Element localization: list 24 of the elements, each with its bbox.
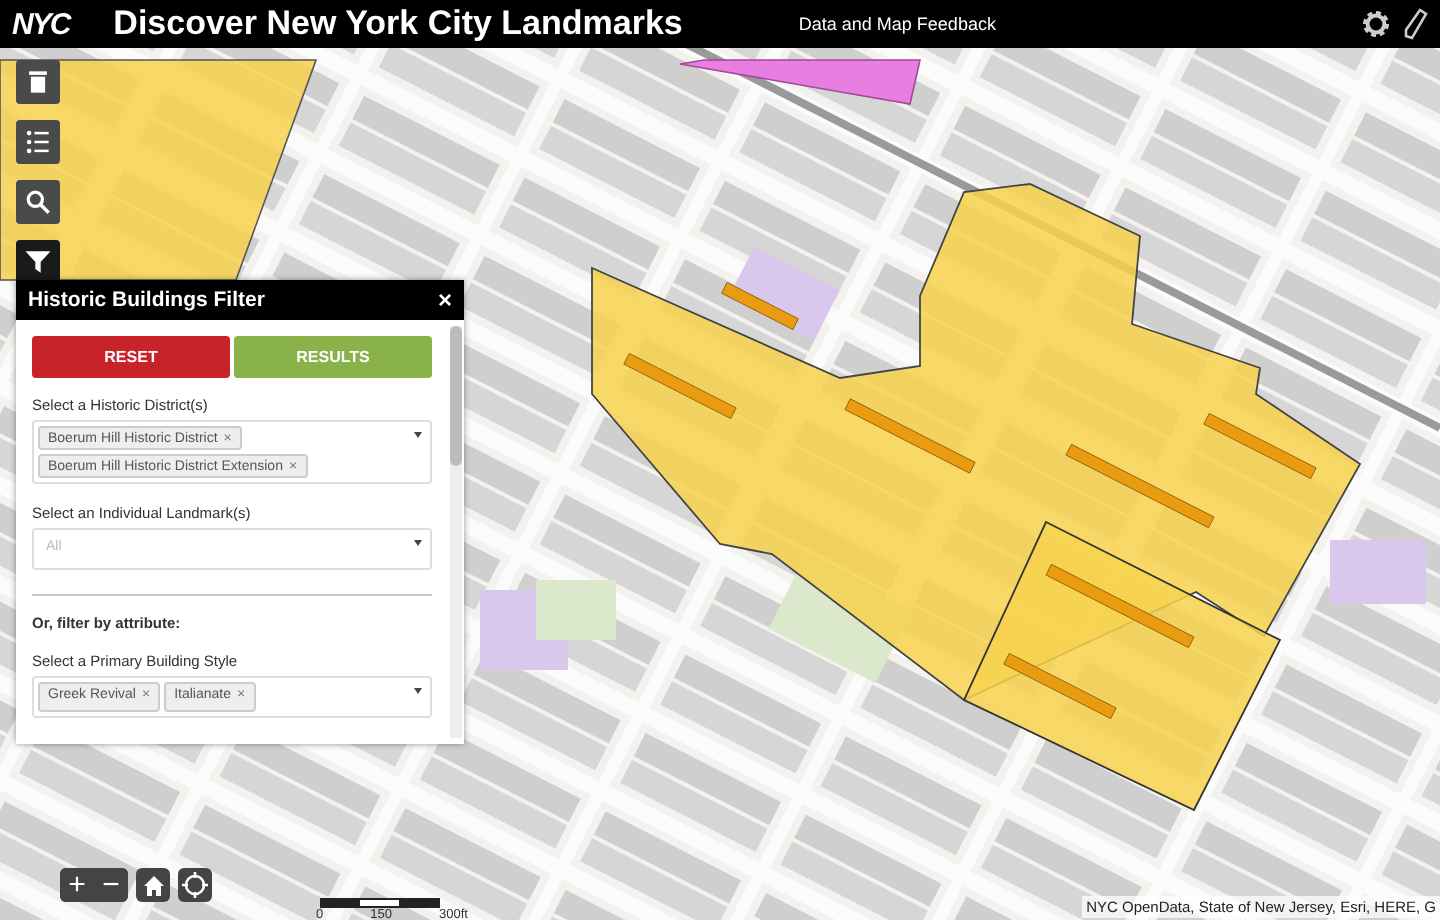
toolbar-button[interactable] [16,60,60,104]
list-icon [22,126,54,158]
search-icon [22,186,54,218]
scrollbar-track[interactable] [450,326,462,738]
nyc-logo: NYC [12,7,70,41]
toolbar-button[interactable] [16,240,60,284]
locate-button[interactable] [178,868,212,902]
app-title: Discover New York City Landmarks [113,4,683,44]
panel-title: Historic Buildings Filter [28,288,267,312]
reset-button[interactable]: RESET [32,336,230,378]
toolbar-button[interactable] [16,180,60,224]
home-button[interactable] [136,868,170,902]
pencil-icon[interactable] [1404,8,1428,40]
caret-icon [414,432,422,438]
scrollbar-thumb[interactable] [450,326,462,466]
settings-icon[interactable] [1360,8,1392,40]
home-icon [141,873,165,897]
locate-icon [182,872,208,898]
feedback-link[interactable]: Data and Map Feedback [798,14,996,34]
toolbar-button[interactable] [16,120,60,164]
close-button[interactable]: × [437,286,452,314]
scale-bar [320,898,440,908]
caret-icon [414,688,422,694]
caret-icon [414,540,422,546]
